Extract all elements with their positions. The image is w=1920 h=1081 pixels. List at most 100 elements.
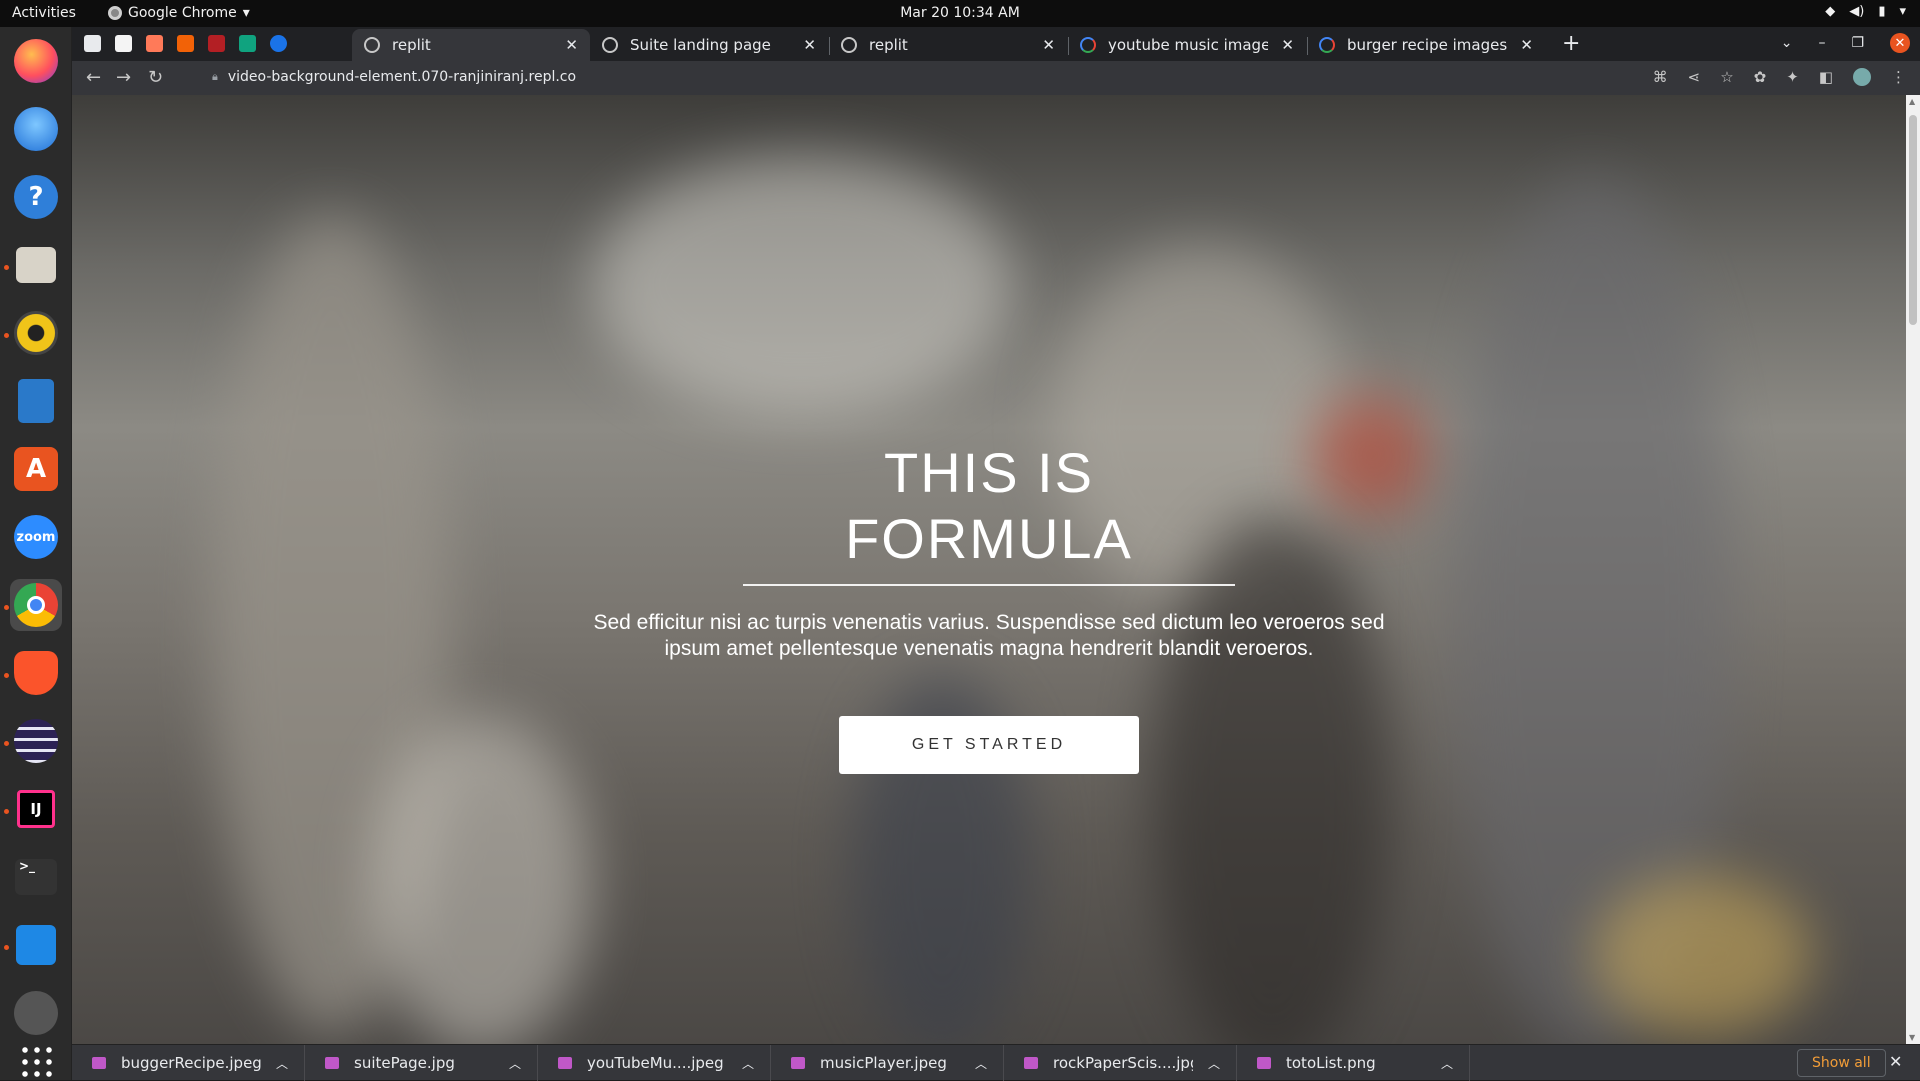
- pinned-tab-icon[interactable]: [146, 35, 163, 52]
- close-window-icon[interactable]: ✕: [1890, 33, 1910, 53]
- clock[interactable]: Mar 20 10:34 AM: [0, 5, 1920, 21]
- dock-thunderbird[interactable]: [10, 103, 62, 155]
- show-all-downloads-button[interactable]: Show all: [1797, 1049, 1886, 1077]
- pinned-tabs: [84, 35, 287, 52]
- running-indicator: [4, 809, 9, 814]
- extensions-puzzle-icon[interactable]: ✦: [1786, 68, 1799, 86]
- chevron-up-icon[interactable]: ︿: [975, 1055, 987, 1072]
- tab-title: Suite landing page: [630, 36, 771, 54]
- close-tab-icon[interactable]: ✕: [1520, 36, 1533, 54]
- image-file-icon: [1257, 1057, 1271, 1069]
- chevron-up-icon[interactable]: ︿: [1208, 1055, 1220, 1072]
- system-tray[interactable]: ◆ ◀) ▮ ▾: [1825, 4, 1906, 19]
- running-indicator: [4, 673, 9, 678]
- download-filename: totoList.png: [1286, 1054, 1376, 1072]
- close-shelf-icon[interactable]: ✕: [1889, 1052, 1902, 1071]
- dock-rhythmbox[interactable]: [10, 307, 62, 359]
- chevron-up-icon[interactable]: ︿: [1441, 1055, 1453, 1072]
- app-menu[interactable]: Google Chrome ▾: [108, 5, 250, 21]
- dock-chrome[interactable]: [10, 579, 62, 631]
- dock-eclipse[interactable]: [10, 715, 62, 767]
- show-applications-button[interactable]: [10, 1043, 62, 1079]
- pinned-tab-icon[interactable]: [208, 35, 225, 52]
- pinned-tab-replit-icon[interactable]: [177, 35, 194, 52]
- zoom-icon: zoom: [14, 515, 58, 559]
- download-shelf: buggerRecipe.jpeg ︿ suitePage.jpg ︿ youT…: [72, 1044, 1920, 1081]
- translate-icon[interactable]: ⌘: [1653, 68, 1668, 86]
- dock-terminal[interactable]: >_: [10, 851, 62, 903]
- close-tab-icon[interactable]: ✕: [1042, 36, 1055, 54]
- tab-search-chevron-icon[interactable]: ⌄: [1781, 35, 1793, 51]
- address-bar[interactable]: 🔒︎ video-background-element.070-ranjinir…: [212, 69, 576, 85]
- download-filename: musicPlayer.jpeg: [820, 1054, 947, 1072]
- dock-screenshot[interactable]: [10, 987, 62, 1039]
- download-filename: rockPaperScis....jpg: [1053, 1054, 1193, 1072]
- bookmark-star-icon[interactable]: ☆: [1720, 68, 1733, 86]
- hero-title-line-2: FORMULA: [845, 507, 1133, 570]
- share-icon[interactable]: ⋖: [1688, 68, 1701, 86]
- scroll-down-arrow-icon[interactable]: ▼: [1909, 1033, 1915, 1042]
- download-item[interactable]: musicPlayer.jpeg ︿: [771, 1045, 1004, 1081]
- forward-arrow-icon[interactable]: →: [116, 67, 131, 88]
- tab-burger-recipe[interactable]: burger recipe images - Go ✕: [1307, 29, 1545, 61]
- dock-vscode[interactable]: [10, 919, 62, 971]
- url-text: video-background-element.070-ranjiniranj…: [227, 69, 577, 85]
- chrome-app-icon: [108, 6, 122, 20]
- reload-icon[interactable]: ↻: [148, 67, 163, 88]
- dock-help[interactable]: ?: [10, 171, 62, 223]
- download-item[interactable]: totoList.png ︿: [1237, 1045, 1470, 1081]
- pinned-tab-checkbox-icon[interactable]: [115, 35, 132, 52]
- profile-avatar[interactable]: [1853, 68, 1871, 86]
- dock-zoom[interactable]: zoom: [10, 511, 62, 563]
- chrome-icon: [14, 583, 58, 627]
- page-viewport: THIS IS FORMULA Sed efficitur nisi ac tu…: [72, 95, 1920, 1044]
- download-filename: suitePage.jpg: [354, 1054, 455, 1072]
- dock-files[interactable]: [10, 239, 62, 291]
- lock-icon[interactable]: 🔒︎: [212, 70, 218, 84]
- app-menu-label: Google Chrome: [128, 5, 237, 21]
- more-menu-icon[interactable]: ⋮: [1891, 68, 1906, 86]
- download-item[interactable]: youTubeMu....jpeg ︿: [538, 1045, 771, 1081]
- side-panel-icon[interactable]: ◧: [1819, 68, 1833, 86]
- download-item[interactable]: buggerRecipe.jpeg ︿: [72, 1045, 305, 1081]
- download-item[interactable]: rockPaperScis....jpg ︿: [1004, 1045, 1237, 1081]
- app-grid-icon: [19, 1044, 53, 1078]
- running-indicator: [4, 333, 9, 338]
- dock-brave[interactable]: [10, 647, 62, 699]
- activities-button[interactable]: Activities: [12, 5, 76, 21]
- tab-suite-landing[interactable]: Suite landing page ✕: [590, 29, 828, 61]
- brave-lion-icon: [14, 651, 58, 695]
- extension-icon[interactable]: ✿: [1754, 68, 1767, 86]
- page-scrollbar[interactable]: ▲ ▼: [1906, 95, 1920, 1044]
- dock-intellij[interactable]: IJ: [10, 783, 62, 835]
- tab-youtube-music[interactable]: youtube music images - G ✕: [1068, 29, 1306, 61]
- tab-replit-active[interactable]: replit ✕: [352, 29, 590, 61]
- close-tab-icon[interactable]: ✕: [565, 36, 578, 54]
- new-tab-button[interactable]: +: [1562, 31, 1580, 56]
- screenshot-icon: [14, 991, 58, 1035]
- pinned-tab-chatgpt-icon[interactable]: [239, 35, 256, 52]
- hero-title: THIS IS FORMULA: [72, 440, 1906, 572]
- chevron-up-icon[interactable]: ︿: [276, 1055, 288, 1072]
- pinned-tab-search-icon[interactable]: [270, 35, 287, 52]
- download-item[interactable]: suitePage.jpg ︿: [305, 1045, 538, 1081]
- scroll-up-arrow-icon[interactable]: ▲: [1909, 97, 1915, 106]
- close-tab-icon[interactable]: ✕: [803, 36, 816, 54]
- minimize-icon[interactable]: –: [1818, 35, 1825, 51]
- chevron-up-icon[interactable]: ︿: [509, 1055, 521, 1072]
- scrollbar-thumb[interactable]: [1909, 115, 1917, 325]
- chevron-up-icon[interactable]: ︿: [742, 1055, 754, 1072]
- close-tab-icon[interactable]: ✕: [1281, 36, 1294, 54]
- pinned-tab-icon[interactable]: [84, 35, 101, 52]
- tab-replit[interactable]: replit ✕: [829, 29, 1067, 61]
- restore-icon[interactable]: ❐: [1851, 35, 1864, 51]
- back-arrow-icon[interactable]: ←: [86, 67, 101, 88]
- image-file-icon: [791, 1057, 805, 1069]
- get-started-button[interactable]: GET STARTED: [839, 716, 1139, 774]
- window-controls: ⌄ – ❐ ✕: [1781, 33, 1910, 53]
- dock-software[interactable]: A: [10, 443, 62, 495]
- dock-writer[interactable]: [10, 375, 62, 427]
- chevron-down-icon: ▾: [1899, 4, 1906, 19]
- dock-firefox[interactable]: [10, 35, 62, 87]
- tab-title: replit: [392, 36, 431, 54]
